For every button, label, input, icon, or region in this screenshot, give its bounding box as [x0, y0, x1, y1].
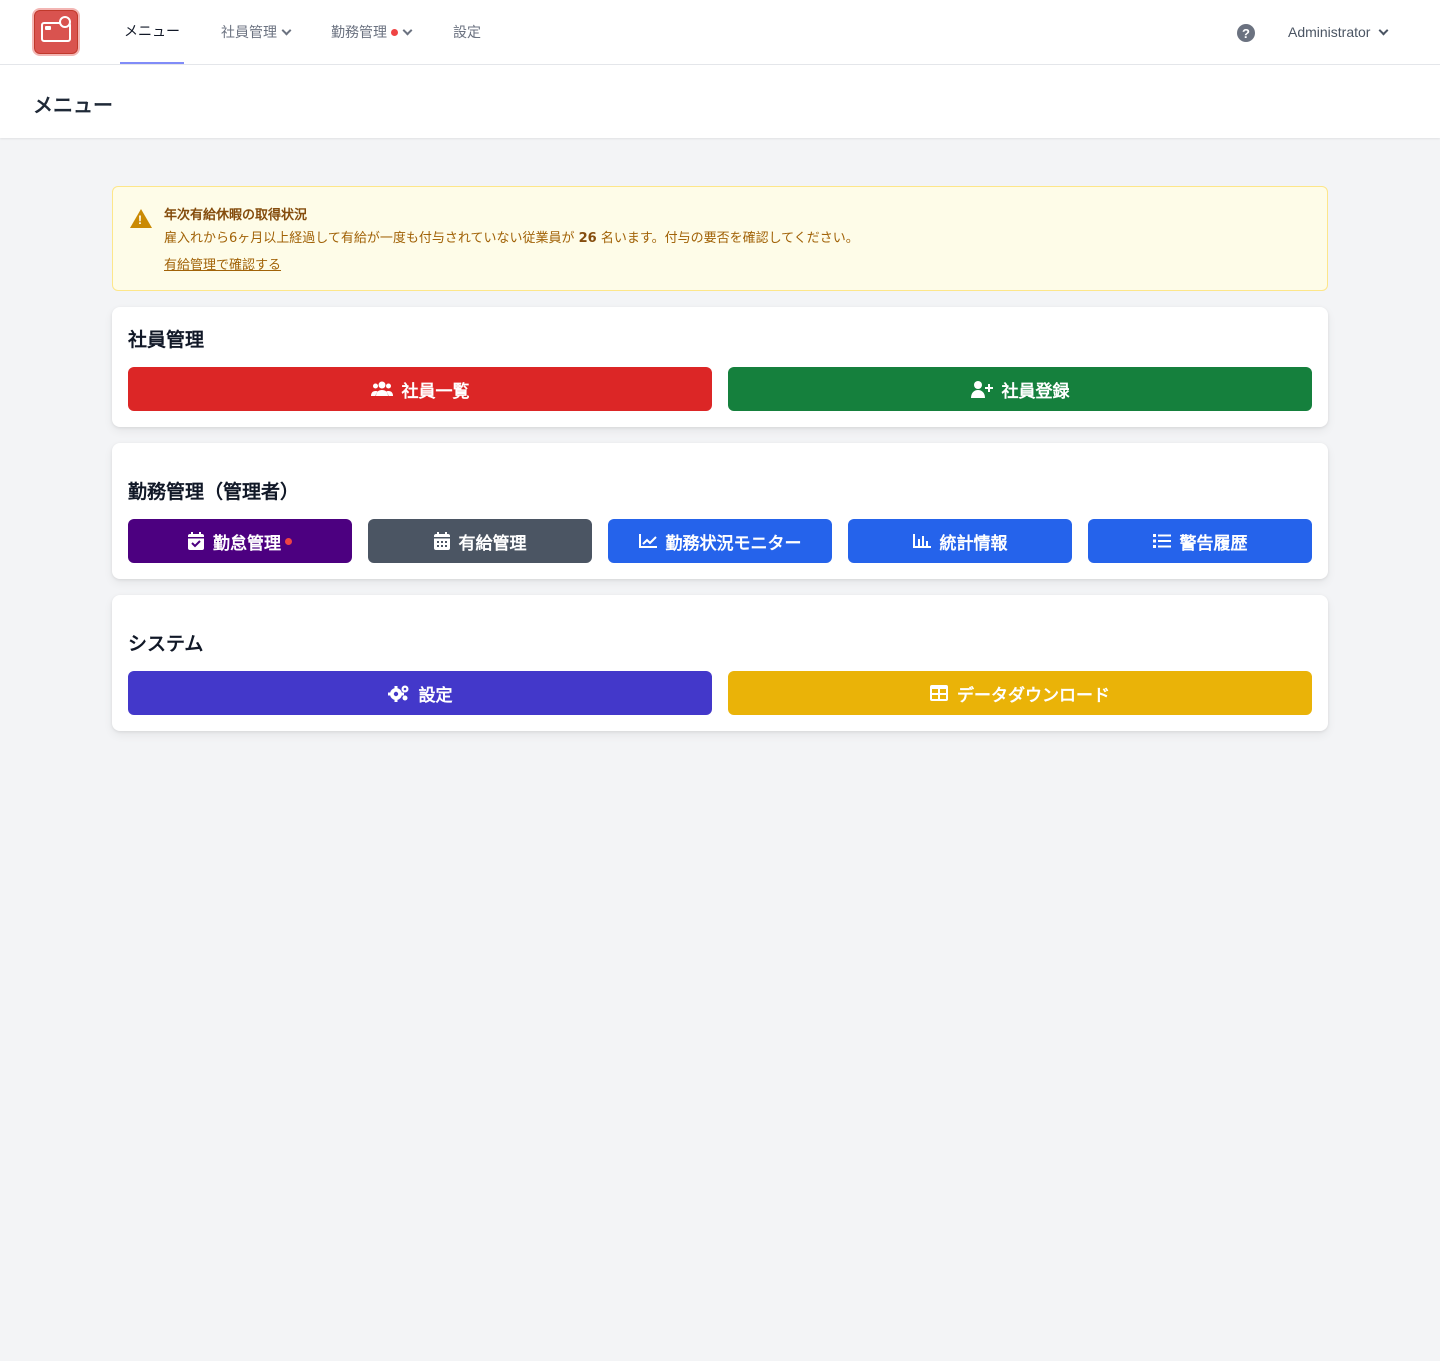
user-name: Administrator: [1288, 24, 1371, 40]
page-title: メニュー: [33, 93, 113, 117]
settings-button[interactable]: 設定: [128, 671, 712, 715]
system-section-title: システム: [128, 633, 204, 655]
paid-leave-alert: ! 年次有給休暇の取得状況 雇入れから6ヶ月以上経過して有給が一度も付与されてい…: [112, 186, 1328, 291]
table-icon: [930, 685, 948, 701]
warning-history-button[interactable]: 警告履歴: [1088, 519, 1312, 563]
alert-message: 雇入れから6ヶ月以上経過して有給が一度も付与されていない従業員が 26 名います…: [164, 227, 859, 246]
data-download-button[interactable]: データダウンロード: [728, 671, 1312, 715]
calendar-check-icon: [188, 532, 204, 550]
nav-menu[interactable]: メニュー: [120, 0, 184, 64]
employee-section-title: 社員管理: [128, 329, 205, 351]
attendance-section-title: 勤務管理（管理者）: [128, 481, 300, 503]
app-logo[interactable]: [32, 8, 80, 56]
list-icon: [1152, 534, 1171, 548]
nav-menu-label: メニュー: [124, 24, 180, 40]
alert-count: 26: [578, 231, 597, 246]
attendance-management-button[interactable]: 勤怠管理: [128, 519, 352, 563]
paid-leave-button[interactable]: 有給管理: [368, 519, 592, 563]
nav-employee-label: 社員管理: [221, 25, 277, 41]
top-navbar: メニュー 社員管理 勤務管理 設定 ? Administrator: [0, 0, 1440, 65]
user-plus-icon: [970, 380, 993, 398]
employee-list-button[interactable]: 社員一覧: [128, 367, 712, 411]
statistics-label: 統計情報: [939, 533, 1008, 554]
calendar-icon: [433, 532, 450, 550]
employee-list-label: 社員一覧: [401, 381, 470, 402]
settings-label: 設定: [418, 685, 453, 706]
employee-register-label: 社員登録: [1001, 381, 1070, 402]
chevron-down-icon: [281, 25, 292, 35]
work-monitor-button[interactable]: 勤務状況モニター: [608, 519, 832, 563]
page-header: メニュー: [0, 65, 1440, 138]
alert-title: 年次有給休暇の取得状況: [164, 208, 308, 223]
notification-dot: [285, 537, 292, 545]
cogs-icon: [387, 684, 410, 702]
system-section: システム 設定 データダウンロード: [112, 595, 1328, 731]
chart-bar-icon: [912, 534, 931, 548]
paid-leave-link[interactable]: 有給管理で確認する: [164, 254, 281, 273]
users-icon: [370, 381, 393, 397]
user-menu[interactable]: Administrator: [1288, 0, 1389, 64]
help-icon[interactable]: ?: [1237, 24, 1255, 42]
help-glyph: ?: [1242, 25, 1250, 41]
employee-register-button[interactable]: 社員登録: [728, 367, 1312, 411]
lock-icon: [59, 16, 71, 28]
card-chip-icon: [45, 26, 51, 30]
nav-settings[interactable]: 設定: [453, 0, 481, 64]
chevron-down-icon: [402, 25, 413, 35]
alert-message-suffix: 名います。付与の要否を確認してください。: [600, 231, 859, 246]
notification-dot: [391, 28, 398, 36]
warning-icon: !: [130, 209, 152, 228]
nav-employee-management[interactable]: 社員管理: [221, 0, 292, 64]
data-download-label: データダウンロード: [957, 685, 1110, 706]
chevron-down-icon: [1379, 25, 1389, 35]
attendance-management-label: 勤怠管理: [213, 533, 281, 554]
nav-settings-label: 設定: [453, 25, 481, 41]
statistics-button[interactable]: 統計情報: [848, 519, 1072, 563]
chart-line-icon: [638, 534, 657, 548]
alert-message-prefix: 雇入れから6ヶ月以上経過して有給が一度も付与されていない従業員が: [164, 231, 575, 246]
warning-glyph: !: [138, 213, 142, 227]
nav-attendance-label: 勤務管理: [331, 25, 387, 41]
attendance-section: 勤務管理（管理者） 勤怠管理 有給管理 勤務状況モニター 統計情報 警告履歴: [112, 443, 1328, 579]
paid-leave-label: 有給管理: [458, 533, 527, 554]
nav-attendance-management[interactable]: 勤務管理: [331, 0, 413, 64]
work-monitor-label: 勤務状況モニター: [665, 533, 802, 554]
warning-history-label: 警告履歴: [1179, 533, 1248, 554]
employee-section: 社員管理 社員一覧 社員登録: [112, 307, 1328, 427]
